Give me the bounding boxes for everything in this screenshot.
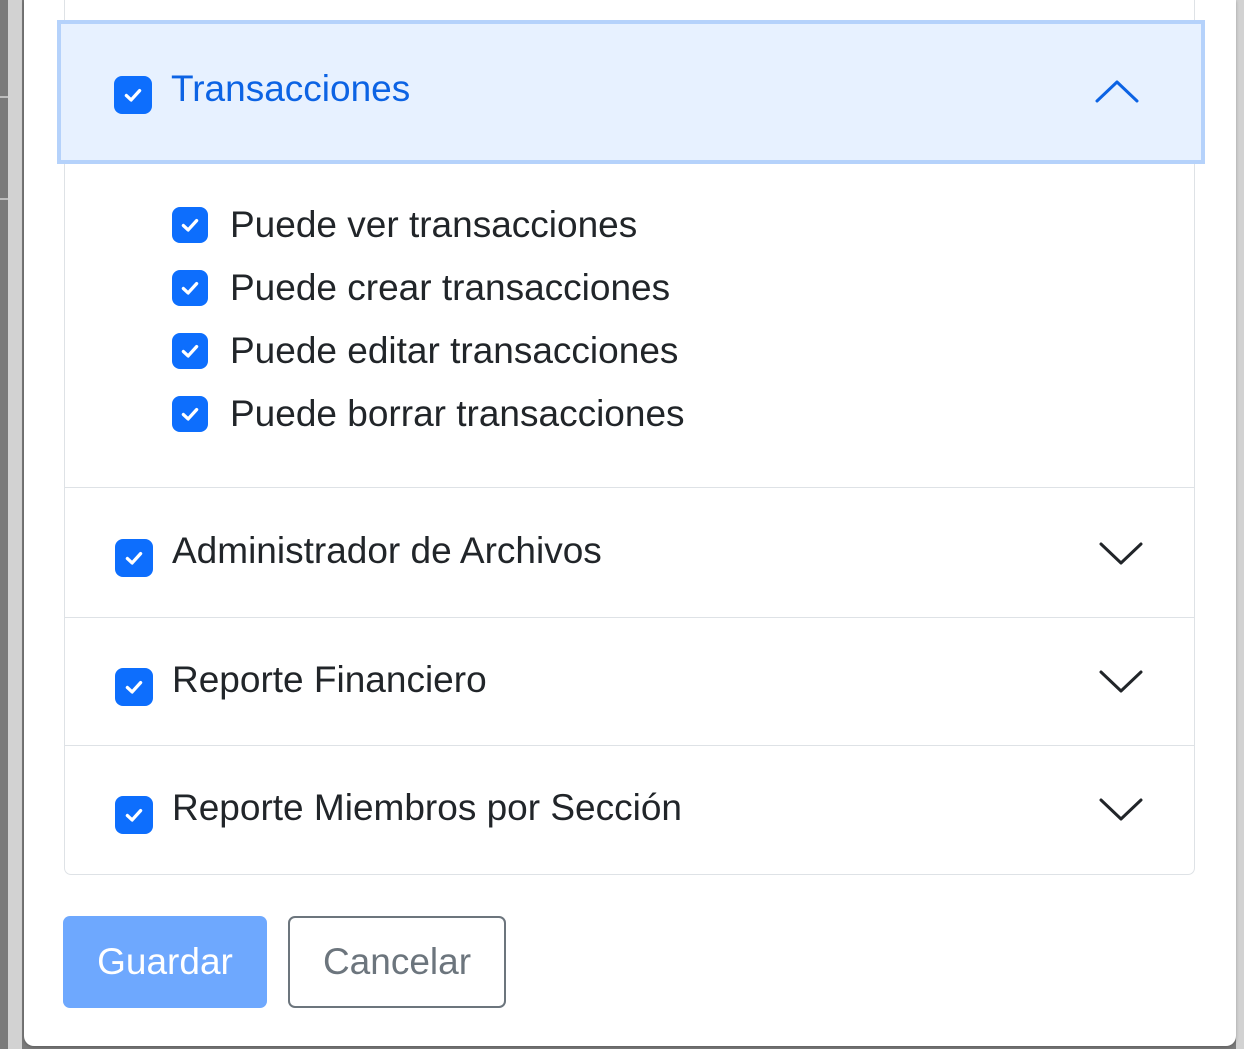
accordion-title-reporte-miembros-por-seccion: Reporte Miembros por Sección — [172, 787, 682, 828]
chevron-down-icon[interactable] — [1098, 794, 1144, 824]
permission-item[interactable]: Puede editar transacciones — [172, 326, 678, 376]
accordion-header-transacciones[interactable]: Transacciones — [57, 20, 1205, 164]
permission-checkbox[interactable] — [172, 333, 208, 369]
check-icon — [125, 551, 143, 565]
accordion-header-reporte-miembros-por-seccion[interactable]: Reporte Miembros por Sección — [65, 746, 1194, 874]
cancel-button[interactable]: Cancelar — [288, 916, 506, 1008]
accordion-title-administrador-de-archivos: Administrador de Archivos — [172, 530, 602, 571]
permission-item[interactable]: Puede crear transacciones — [172, 263, 670, 313]
backdrop-divider — [0, 96, 8, 98]
permission-label: Puede editar transacciones — [230, 330, 679, 371]
permission-item[interactable]: Puede ver transacciones — [172, 200, 637, 250]
accordion-title-transacciones: Transacciones — [171, 68, 411, 109]
backdrop-right-edge — [1236, 0, 1244, 1049]
check-icon — [125, 808, 143, 822]
permission-label: Puede ver transacciones — [230, 204, 638, 245]
permissions-modal: Transacciones Puede ver transacciones Pu… — [24, 0, 1236, 1046]
section-checkbox-administrador-de-archivos[interactable] — [115, 539, 153, 577]
backdrop-left-edge — [8, 0, 22, 1049]
permission-checkbox[interactable] — [172, 207, 208, 243]
chevron-down-icon[interactable] — [1098, 666, 1144, 696]
chevron-up-icon[interactable] — [1094, 76, 1140, 106]
permission-checkbox[interactable] — [172, 270, 208, 306]
accordion-header-reporte-financiero[interactable]: Reporte Financiero — [65, 618, 1194, 746]
check-icon — [181, 281, 199, 295]
accordion-header-administrador-de-archivos[interactable]: Administrador de Archivos — [65, 488, 1194, 617]
permission-label: Puede crear transacciones — [230, 267, 671, 308]
permission-label: Puede borrar transacciones — [230, 393, 685, 434]
permission-checkbox[interactable] — [172, 396, 208, 432]
permissions-accordion: Transacciones Puede ver transacciones Pu… — [57, 0, 1205, 875]
accordion-title-reporte-financiero: Reporte Financiero — [172, 659, 487, 700]
accordion-body-transacciones: Puede ver transacciones Puede crear tran… — [65, 164, 1194, 488]
check-icon — [125, 680, 143, 694]
section-checkbox-reporte-financiero[interactable] — [115, 668, 153, 706]
check-icon — [181, 218, 199, 232]
section-checkbox-transacciones[interactable] — [114, 76, 152, 114]
backdrop-divider — [0, 198, 8, 200]
check-icon — [181, 344, 199, 358]
chevron-down-icon[interactable] — [1098, 538, 1144, 568]
permission-item[interactable]: Puede borrar transacciones — [172, 389, 685, 439]
section-checkbox-reporte-miembros-por-seccion[interactable] — [115, 796, 153, 834]
check-icon — [124, 88, 142, 102]
save-button[interactable]: Guardar — [63, 916, 267, 1008]
check-icon — [181, 407, 199, 421]
